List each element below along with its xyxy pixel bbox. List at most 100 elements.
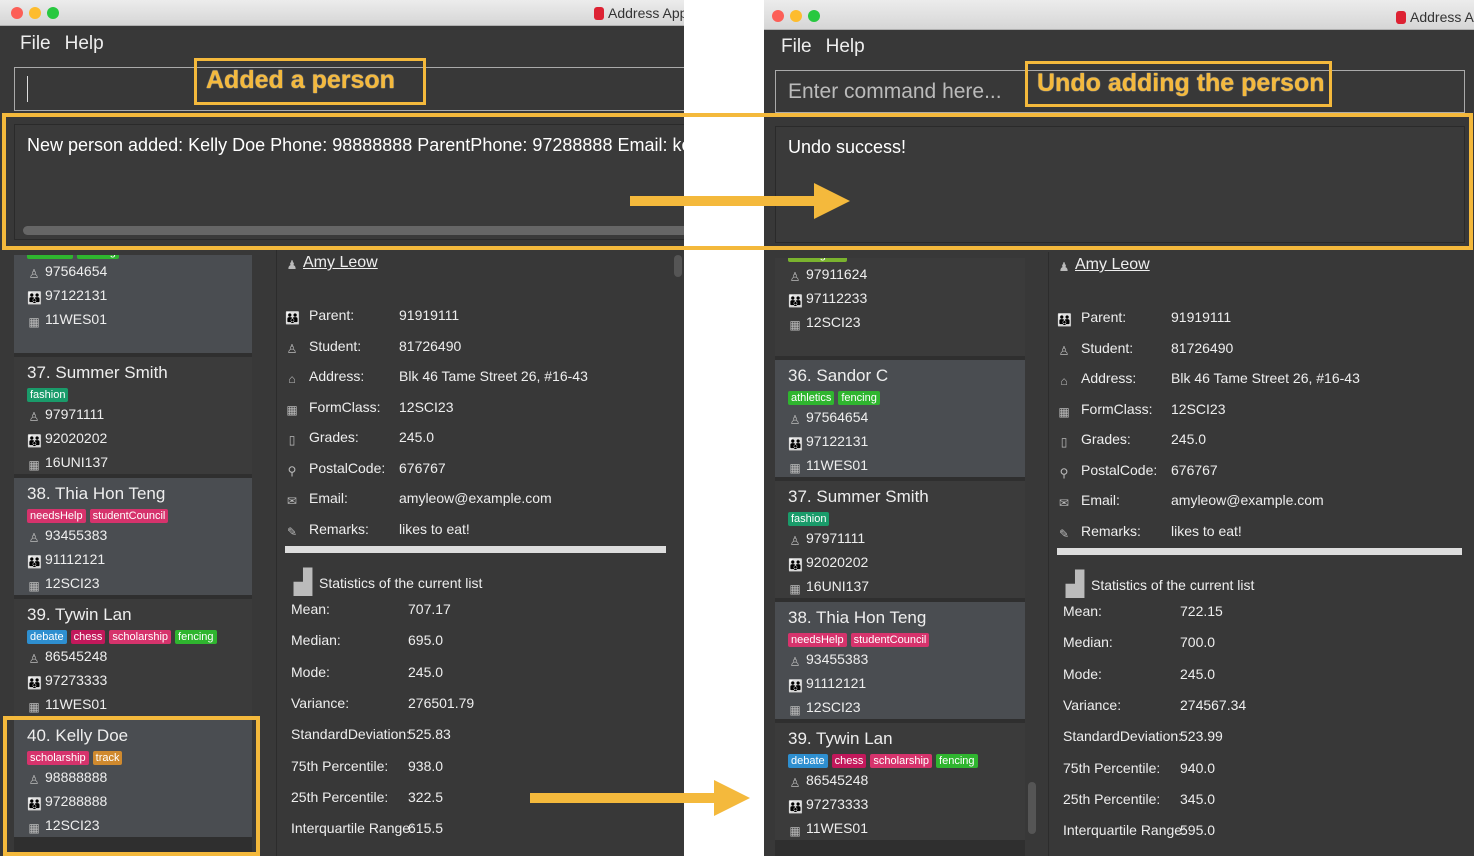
command-placeholder: Enter command here... xyxy=(788,80,1002,103)
detail-row: ✉ Email: amyleow@example.com xyxy=(1057,492,1324,512)
person-name: 38. Thia Hon Teng xyxy=(27,484,166,503)
stats-header: ▟ Statistics of the current list xyxy=(1063,572,1255,598)
person-formclass-value: 11WES01 xyxy=(45,696,107,712)
person-phone: ♙ 93455383 xyxy=(788,647,1025,671)
maximize-button[interactable] xyxy=(47,7,59,19)
person-card[interactable]: 39. Tywin Lan debate chess scholarship fenci… xyxy=(775,723,1025,840)
menu-bar: File Help xyxy=(0,27,684,61)
menu-file[interactable]: File xyxy=(781,36,812,58)
scrollbar[interactable] xyxy=(1028,782,1036,834)
menu-help[interactable]: Help xyxy=(65,33,104,55)
phone-icon: ♙ xyxy=(789,413,801,427)
detail-value: Blk 46 Tame Street 26, #16-43 xyxy=(399,368,588,384)
detail-value: 81726490 xyxy=(399,337,462,354)
stat-row: Variance: 274567.34 xyxy=(1063,697,1246,713)
arrow-right-icon xyxy=(530,780,750,816)
pencil-icon: ✎ xyxy=(286,524,298,539)
detail-name[interactable]: ♟ Amy Leow xyxy=(1057,256,1150,274)
close-button[interactable] xyxy=(772,10,784,22)
parent-icon: 👪 xyxy=(285,311,300,325)
parent-icon: 👪 xyxy=(788,800,803,814)
stat-label: Variance: xyxy=(291,694,350,711)
person-phone-value: 93455383 xyxy=(806,651,869,667)
person-card[interactable]: 36. Sandor Cathletics fencing ♙ 97564654 👪 97… xyxy=(775,360,1025,477)
close-button[interactable] xyxy=(11,7,23,19)
stat-label: Interquartile Range: xyxy=(291,820,414,837)
phone-icon: ♙ xyxy=(789,776,801,790)
menu-file[interactable]: File xyxy=(20,33,51,55)
detail-value: likes to eat! xyxy=(1171,522,1242,539)
tag-scholarship: scholarship xyxy=(870,754,933,768)
minimize-button[interactable] xyxy=(790,10,802,22)
stat-label: 25th Percentile: xyxy=(291,788,389,805)
detail-value: 91919111 xyxy=(1171,309,1232,325)
window-title: Address App xyxy=(1410,9,1474,25)
tag-fencing: fencing xyxy=(175,630,217,644)
person-formclass: ▦ 12SCI23 xyxy=(788,695,1025,719)
detail-row: ⚲ PostalCode: 676767 xyxy=(1057,462,1218,482)
person-phone-value: 97971111 xyxy=(806,530,866,546)
scrollbar[interactable] xyxy=(674,255,682,277)
formclass-icon: ▦ xyxy=(28,458,40,472)
stat-value: 525.83 xyxy=(408,726,451,743)
person-card[interactable]: 39. Tywin Lan debate chess scholarship fenci… xyxy=(14,599,252,716)
person-parent: 👪 92020202 xyxy=(27,426,252,450)
person-card[interactable]: colleagues♙97911624👪97112233▦12SCI23 xyxy=(775,258,1025,356)
tag-list: athleticsfencing xyxy=(788,388,1025,405)
person-parent: 👪 97122131 xyxy=(788,429,1025,453)
menu-bar: File Help xyxy=(764,30,1474,64)
detail-value: 12SCI23 xyxy=(399,398,454,415)
person-card[interactable]: 38. Thia Hon Teng needsHelp studentCouncil… xyxy=(14,478,252,595)
person-phone: ♙ 97564654 xyxy=(788,405,1025,429)
detail-label: Grades: xyxy=(1081,431,1131,447)
stat-row: Median: 695.0 xyxy=(291,632,443,649)
detail-row: ♙ Student: 81726490 xyxy=(1057,340,1234,360)
person-parent-value: 97273333 xyxy=(45,672,108,688)
person-parent-value: 97122131 xyxy=(45,287,108,303)
person-name: 39. Tywin Lan xyxy=(788,729,893,748)
stat-label: StandardDeviation: xyxy=(291,726,411,743)
stat-label: Mode: xyxy=(291,663,330,680)
stat-label: Median: xyxy=(291,632,341,649)
stat-label: Mode: xyxy=(1063,665,1102,682)
new-person-highlight-box xyxy=(3,716,260,856)
detail-row: ▦ FormClass: 12SCI23 xyxy=(285,399,453,419)
parent-icon: 👪 xyxy=(27,676,42,690)
person-card[interactable]: 37. Summer Smith fashion ♙ 97971111 👪 9202020… xyxy=(14,357,252,474)
detail-name-text[interactable]: Amy Leow xyxy=(1075,256,1150,273)
stat-value: 700.0 xyxy=(1180,634,1216,651)
stat-row: Interquartile Range: 595.0 xyxy=(1063,822,1215,838)
detail-name-text[interactable]: Amy Leow xyxy=(303,254,378,271)
formclass-icon: ▦ xyxy=(789,582,801,596)
detail-label: Email: xyxy=(1081,492,1120,508)
title-bar: Address App xyxy=(764,0,1474,30)
maximize-button[interactable] xyxy=(808,10,820,22)
detail-row: 👪 Parent: 91919111 xyxy=(1057,309,1231,329)
person-phone: ♙ 97911624 xyxy=(788,262,1025,286)
student-icon: ♙ xyxy=(286,341,298,356)
formclass-icon: ▦ xyxy=(789,703,801,717)
menu-help[interactable]: Help xyxy=(826,36,865,58)
detail-row: ✎ Remarks: likes to eat! xyxy=(285,521,470,541)
person-parent-value: 92020202 xyxy=(806,554,869,570)
stat-label: 25th Percentile: xyxy=(1063,790,1161,807)
person-name: 39. Tywin Lan xyxy=(27,605,132,624)
person-card[interactable]: athleticsfencing♙97564654👪97122131▦11WES… xyxy=(14,255,252,353)
person-phone: ♙ 93455383 xyxy=(27,523,252,547)
app-icon xyxy=(1396,11,1406,24)
detail-row: ✉ Email: amyleow@example.com xyxy=(285,490,552,510)
person-icon: ♟ xyxy=(1058,260,1070,274)
minimize-button[interactable] xyxy=(29,7,41,19)
person-phone-value: 97564654 xyxy=(45,263,108,279)
stat-value: 345.0 xyxy=(1180,790,1216,807)
person-detail-panel: ♟ Amy Leow 👪 Parent: 91919111 ♙ Student: 817264… xyxy=(276,250,666,856)
grades-icon: ▯ xyxy=(288,433,296,447)
formclass-icon: ▦ xyxy=(28,315,40,329)
detail-label: PostalCode: xyxy=(1081,461,1158,478)
detail-name[interactable]: ♟ Amy Leow xyxy=(285,254,378,272)
person-card[interactable]: 38. Thia Hon Teng needsHelp studentCouncil… xyxy=(775,602,1025,719)
person-phone-value: 86545248 xyxy=(806,772,869,788)
person-formclass: ▦ 16UNI137 xyxy=(788,574,1025,598)
person-card[interactable]: 37. Summer Smith fashion ♙ 97971111 👪 9202020… xyxy=(775,481,1025,598)
formclass-icon: ▦ xyxy=(286,402,298,417)
